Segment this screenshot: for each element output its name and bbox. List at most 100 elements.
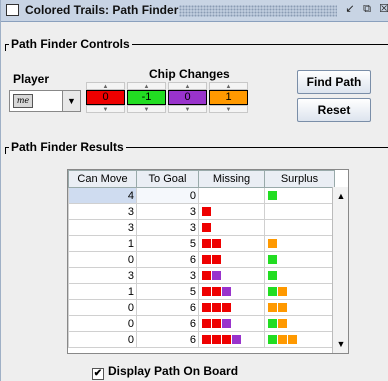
column-header-surplus[interactable]: Surplus — [264, 170, 335, 188]
to-goal-cell: 6 — [136, 331, 199, 348]
table-row[interactable]: 33 — [68, 267, 335, 284]
chip-change-value[interactable]: 1 — [209, 90, 248, 105]
green-chip — [268, 191, 277, 201]
surplus-chips-cell — [264, 251, 335, 268]
chip-spinner[interactable]: ▲ -1 ▼ — [127, 82, 166, 113]
can-move-cell: 1 — [68, 283, 137, 300]
spinner-down-icon[interactable]: ▼ — [86, 105, 125, 113]
surplus-chips-cell — [264, 235, 335, 252]
table-row[interactable]: 33 — [68, 219, 335, 236]
table-row[interactable]: 06 — [68, 331, 335, 348]
can-move-cell: 3 — [68, 203, 137, 220]
surplus-chips-cell — [264, 267, 335, 284]
display-path-checkbox[interactable]: ✔ — [92, 368, 104, 380]
red-chip — [212, 239, 221, 249]
display-path-option[interactable]: ✔ Display Path On Board — [92, 364, 238, 380]
red-chip — [202, 255, 211, 265]
red-chip — [202, 223, 211, 233]
chip-spinner[interactable]: ▲ 1 ▼ — [209, 82, 248, 113]
chevron-down-icon[interactable]: ▼ — [62, 91, 80, 111]
to-goal-cell: 6 — [136, 251, 199, 268]
surplus-chips-cell — [264, 283, 335, 300]
title-bar[interactable]: Colored Trails: Path Finder ↙ ⧉ ☒ — [1, 0, 388, 22]
results-table[interactable]: Can Move To Goal Missing Surplus 4033331… — [67, 169, 349, 354]
red-chip — [202, 271, 211, 281]
find-path-button[interactable]: Find Path — [297, 70, 371, 94]
surplus-chips-cell — [264, 299, 335, 316]
can-move-cell: 0 — [68, 315, 137, 332]
can-move-cell: 0 — [68, 251, 137, 268]
player-select[interactable]: me ▼ — [9, 90, 81, 112]
chip-change-value[interactable]: 0 — [86, 90, 125, 105]
missing-chips-cell — [198, 187, 265, 204]
orange-chip — [268, 303, 277, 313]
path-finder-window: Colored Trails: Path Finder ↙ ⧉ ☒ Path F… — [0, 0, 388, 381]
spinner-up-icon[interactable]: ▲ — [127, 82, 166, 90]
reset-button[interactable]: Reset — [297, 98, 371, 122]
can-move-cell: 3 — [68, 267, 137, 284]
orange-chip — [278, 303, 287, 313]
maximize-icon[interactable]: ⧉ — [360, 3, 374, 17]
red-chip — [202, 239, 211, 249]
red-chip — [222, 335, 231, 345]
missing-chips-cell — [198, 235, 265, 252]
surplus-chips-cell — [264, 187, 335, 204]
spinner-up-icon[interactable]: ▲ — [86, 82, 125, 90]
spinner-down-icon[interactable]: ▼ — [168, 105, 207, 113]
red-chip — [212, 335, 221, 345]
display-path-label: Display Path On Board — [108, 364, 239, 378]
column-header-missing[interactable]: Missing — [198, 170, 265, 188]
table-row[interactable]: 40 — [68, 187, 335, 204]
table-row[interactable]: 15 — [68, 235, 335, 252]
to-goal-cell: 3 — [136, 219, 199, 236]
green-chip — [268, 335, 277, 345]
red-chip — [212, 303, 221, 313]
chip-change-value[interactable]: -1 — [127, 90, 166, 105]
table-row[interactable]: 06 — [68, 315, 335, 332]
minimize-icon[interactable]: ↙ — [343, 3, 357, 17]
can-move-cell: 0 — [68, 299, 137, 316]
purple-chip — [232, 335, 241, 345]
controls-group-title: Path Finder Controls — [9, 37, 132, 51]
table-row[interactable]: 33 — [68, 203, 335, 220]
window-icon — [6, 4, 19, 16]
green-chip — [268, 319, 277, 329]
controls-group: Path Finder Controls — [5, 37, 388, 51]
to-goal-cell: 3 — [136, 203, 199, 220]
results-group-title: Path Finder Results — [9, 140, 126, 154]
to-goal-cell: 5 — [136, 235, 199, 252]
title-grip — [179, 5, 337, 17]
orange-chip — [278, 287, 287, 297]
spinner-down-icon[interactable]: ▼ — [209, 105, 248, 113]
chip-spinner[interactable]: ▲ 0 ▼ — [168, 82, 207, 113]
table-row[interactable]: 06 — [68, 299, 335, 316]
spinner-up-icon[interactable]: ▲ — [168, 82, 207, 90]
table-row[interactable]: 15 — [68, 283, 335, 300]
chip-spinner[interactable]: ▲ 0 ▼ — [86, 82, 125, 113]
chip-changes-label: Chip Changes — [149, 67, 230, 81]
column-header-to-goal[interactable]: To Goal — [136, 170, 199, 188]
orange-chip — [278, 335, 287, 345]
surplus-chips-cell — [264, 219, 335, 236]
scroll-down-icon[interactable]: ▼ — [333, 337, 349, 351]
red-chip — [222, 303, 231, 313]
red-chip — [212, 319, 221, 329]
can-move-cell: 4 — [68, 187, 137, 204]
column-header-can-move[interactable]: Can Move — [68, 170, 137, 188]
scroll-up-icon[interactable]: ▲ — [333, 189, 349, 203]
purple-chip — [222, 287, 231, 297]
chip-change-value[interactable]: 0 — [168, 90, 207, 105]
to-goal-cell: 0 — [136, 187, 199, 204]
spinner-down-icon[interactable]: ▼ — [127, 105, 166, 113]
green-chip — [268, 287, 277, 297]
spinner-up-icon[interactable]: ▲ — [209, 82, 248, 90]
close-icon[interactable]: ☒ — [377, 3, 388, 17]
missing-chips-cell — [198, 251, 265, 268]
surplus-chips-cell — [264, 203, 335, 220]
to-goal-cell: 6 — [136, 299, 199, 316]
vertical-scrollbar[interactable]: ▲ ▼ — [332, 187, 348, 353]
can-move-cell: 3 — [68, 219, 137, 236]
purple-chip — [212, 271, 221, 281]
red-chip — [212, 255, 221, 265]
table-row[interactable]: 06 — [68, 251, 335, 268]
